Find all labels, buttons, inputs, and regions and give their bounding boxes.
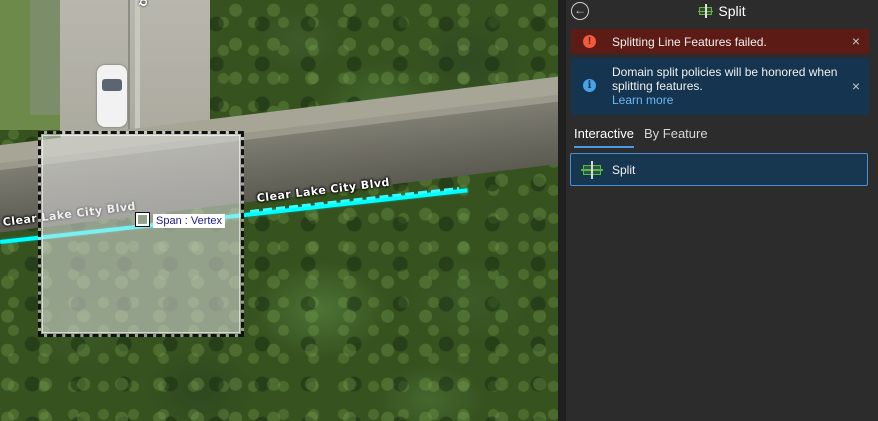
close-icon[interactable]: ×: [850, 34, 862, 48]
split-icon: [698, 4, 714, 18]
info-icon: i: [583, 79, 596, 92]
tab-interactive[interactable]: Interactive: [574, 126, 634, 148]
error-message-text: Splitting Line Features failed.: [612, 35, 767, 49]
error-icon: !: [583, 35, 596, 48]
error-message: ! Splitting Line Features failed. ×: [571, 29, 869, 54]
side-street-label: Q: [137, 0, 148, 7]
car: [97, 65, 127, 127]
split-icon: [581, 161, 603, 179]
split-tool-button[interactable]: Split: [570, 153, 868, 186]
info-message-text: Domain split policies will be honored wh…: [612, 65, 838, 93]
pane-splitter[interactable]: [558, 0, 566, 421]
selection-box-inner: [42, 135, 240, 333]
info-message: i Domain split policies will be honored …: [571, 58, 869, 115]
pane-header: ← Split: [566, 0, 878, 24]
pane-title-text: Split: [718, 3, 746, 19]
learn-more-link[interactable]: Learn more: [612, 93, 843, 107]
info-message-text-wrap: Domain split policies will be honored wh…: [612, 65, 843, 107]
pane-title: Split: [566, 3, 878, 19]
snap-vertex-marker: [135, 212, 150, 227]
selection-box[interactable]: [38, 131, 244, 337]
split-pane: ← Split ! Splitting Line Features failed…: [566, 0, 878, 421]
map-view[interactable]: Q Clear Lake City Blvd Clear Lake City B…: [0, 0, 558, 421]
tab-by-feature[interactable]: By Feature: [644, 126, 708, 148]
split-tool-label: Split: [612, 163, 636, 177]
snap-tooltip: Span : Vertex: [153, 214, 226, 228]
close-icon[interactable]: ×: [850, 79, 862, 93]
tab-bar: Interactive By Feature: [574, 126, 708, 148]
